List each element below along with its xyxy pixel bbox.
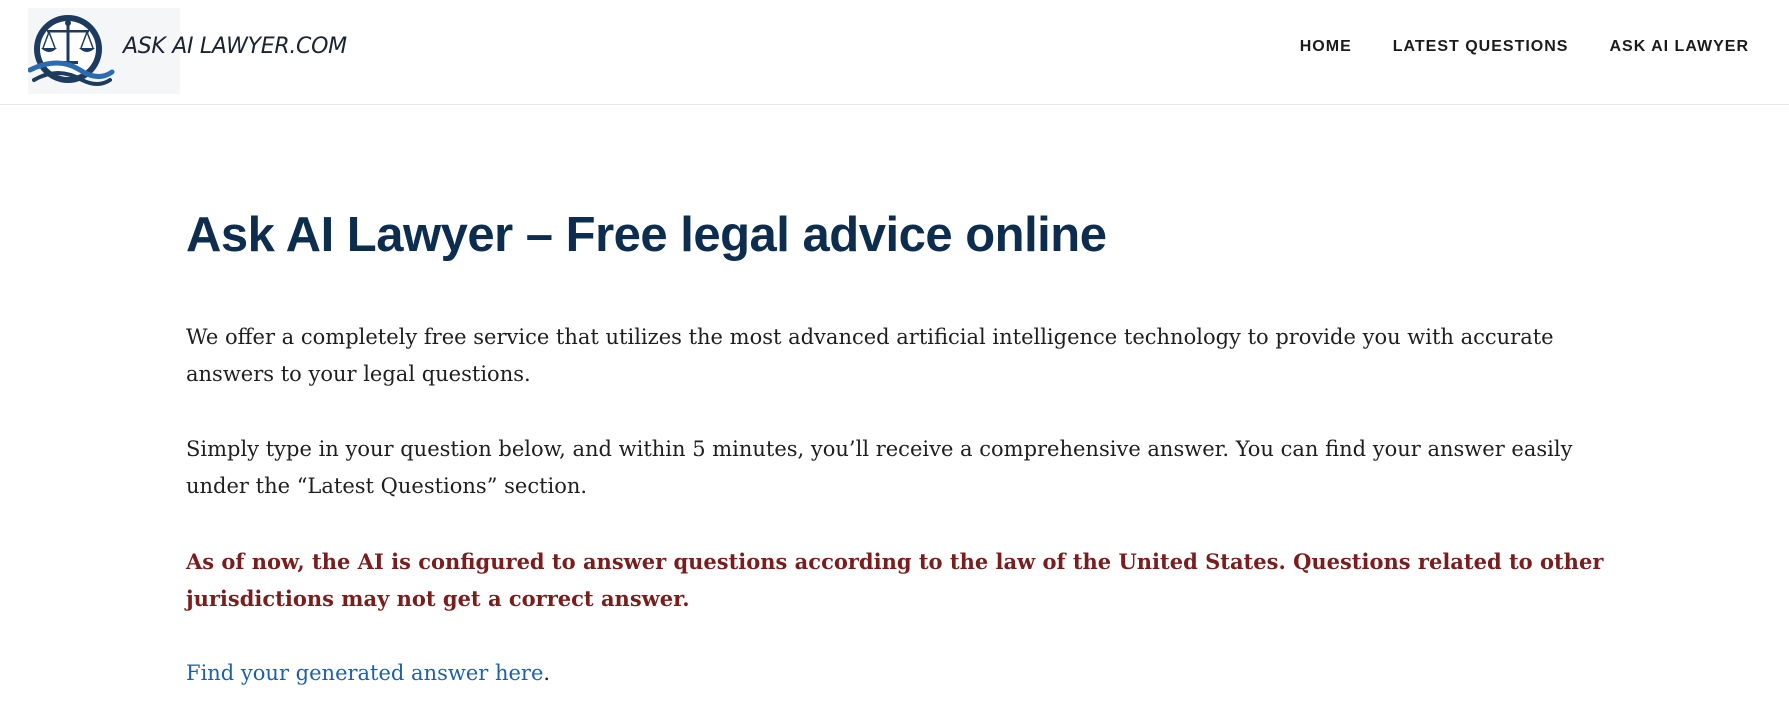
scales-of-justice-icon [28,15,115,86]
page-title: Ask AI Lawyer – Free legal advice online [186,208,1107,262]
nav-ask-ai-lawyer[interactable]: ASK AI LAWYER [1609,38,1749,56]
jurisdiction-warning: As of now, the AI is configured to answe… [186,548,1604,611]
brand-name: ASK AI LAWYER.COM [123,34,347,59]
nav-home[interactable]: HOME [1300,38,1352,56]
instructions-paragraph: Simply type in your question below, and … [186,436,1573,498]
logo: ASK AI LAWYER.COM [28,8,347,94]
answer-link-line: Find your generated answer here. [186,655,1606,692]
intro-paragraph: We offer a completely free service that … [186,324,1554,386]
find-answer-link[interactable]: Find your generated answer here [186,661,543,685]
site-header: ASK AI LAWYER.COM HOME LATEST QUESTIONS … [0,0,1789,105]
nav-latest-questions[interactable]: LATEST QUESTIONS [1393,38,1569,56]
brand-home-link[interactable]: ASK AI LAWYER.COM [28,8,347,94]
main-content: Ask AI Lawyer – Free legal advice online… [186,150,1606,692]
main-nav: HOME LATEST QUESTIONS ASK AI LAWYER [1300,38,1749,56]
answer-link-suffix: . [543,660,551,685]
